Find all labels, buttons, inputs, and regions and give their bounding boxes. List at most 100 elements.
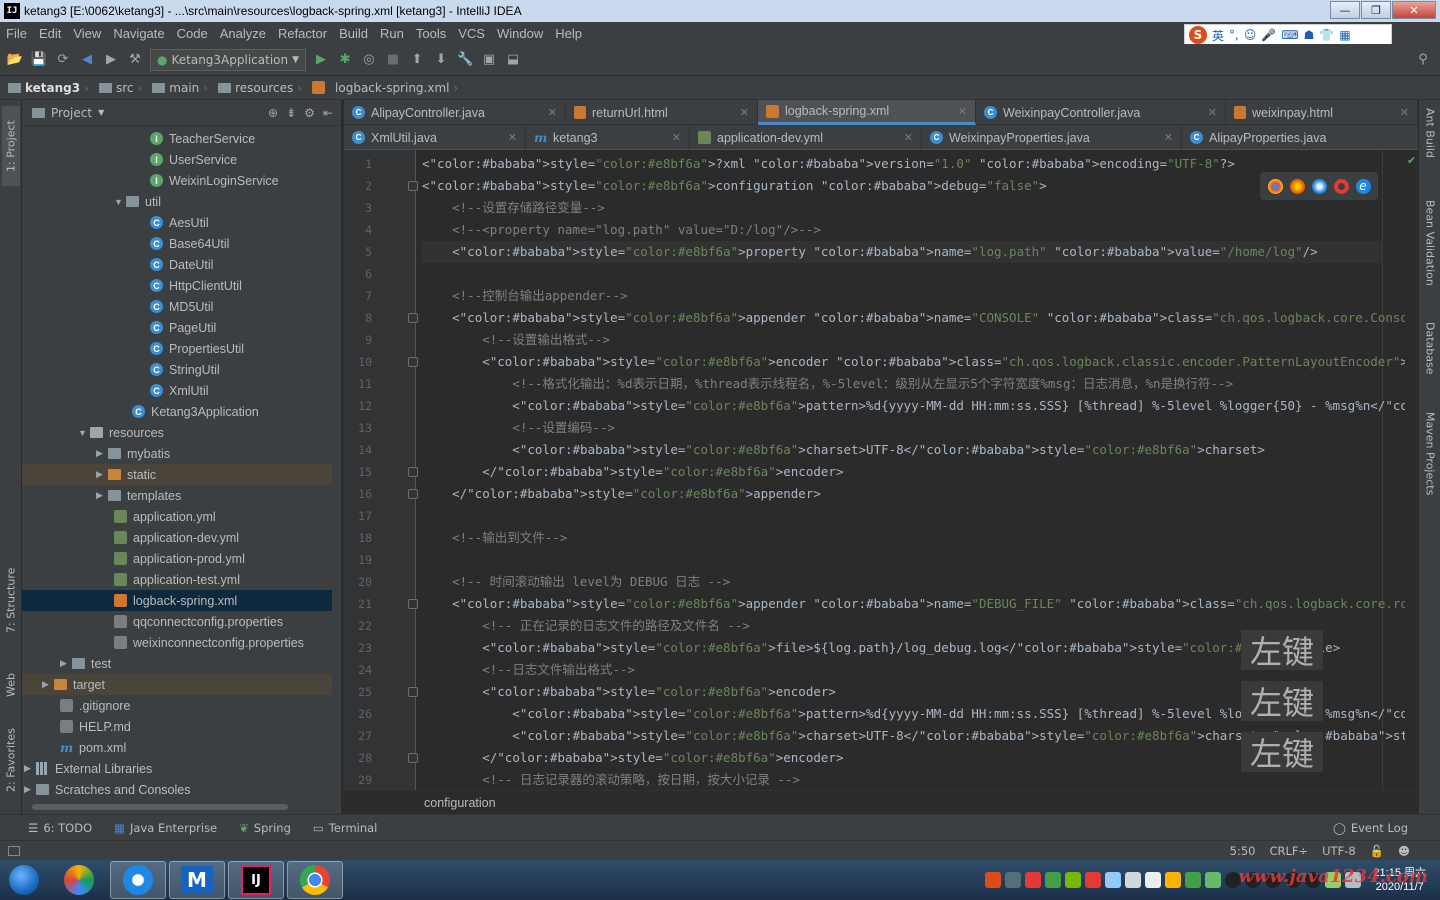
- calendar-tray-icon[interactable]: [1025, 872, 1042, 888]
- tree-item[interactable]: I TeacherService: [22, 128, 332, 149]
- lock-icon[interactable]: 🔓: [1370, 844, 1384, 858]
- debug-icon[interactable]: ✱: [336, 51, 354, 69]
- sync-icon[interactable]: ⟳: [54, 51, 72, 69]
- code-line[interactable]: <!--<property name="log.path" value="D:/…: [422, 219, 821, 241]
- usb-icon[interactable]: [1125, 872, 1142, 888]
- code-line[interactable]: <!--设置编码-->: [422, 417, 615, 439]
- breadcrumb-project[interactable]: ketang3 ›: [8, 81, 89, 95]
- fold-marker-icon[interactable]: [408, 181, 418, 191]
- tree-item[interactable]: weixinconnectconfig.properties: [22, 632, 332, 653]
- forward-arrow-icon[interactable]: ▶: [102, 51, 120, 69]
- chevron-right-icon[interactable]: ▶: [24, 784, 36, 795]
- tree-item[interactable]: ▶ target: [22, 674, 332, 695]
- tree-item[interactable]: C PropertiesUtil: [22, 338, 332, 359]
- tray-expand-icon[interactable]: [1005, 872, 1022, 888]
- tool-window-spring[interactable]: ❦ Spring: [239, 821, 291, 835]
- tool-window-structure[interactable]: 7: Structure: [2, 560, 20, 640]
- run-icon[interactable]: ▶: [312, 51, 330, 69]
- tree-item[interactable]: C XmlUtil: [22, 380, 332, 401]
- tab-returnurl[interactable]: returnUrl.html ✕: [566, 100, 758, 125]
- tree-item[interactable]: HELP.md: [22, 716, 332, 737]
- chevron-right-icon[interactable]: ▶: [42, 679, 54, 690]
- breadcrumb-src[interactable]: src ›: [98, 81, 142, 95]
- tool-window-ant-build[interactable]: Ant Build: [1421, 108, 1439, 188]
- tab-weixinpay-html[interactable]: weixinpay.html ✕: [1226, 100, 1418, 125]
- tree-item[interactable]: I UserService: [22, 149, 332, 170]
- tab-weixinpayproperties[interactable]: C WeixinpayProperties.java ✕: [922, 125, 1182, 150]
- shield-icon[interactable]: [1045, 872, 1062, 888]
- tree-item[interactable]: application.yml: [22, 506, 332, 527]
- run-configuration-select[interactable]: ● Ketang3Application ▼: [150, 48, 307, 71]
- gear-icon[interactable]: ⚙: [304, 106, 315, 120]
- close-icon[interactable]: ✕: [548, 106, 557, 119]
- build-hammer-icon[interactable]: ⚒: [126, 51, 144, 69]
- tree-item[interactable]: C Base64Util: [22, 233, 332, 254]
- horizontal-scrollbar[interactable]: [32, 804, 288, 810]
- vcs-commit-icon[interactable]: ⬇: [432, 51, 450, 69]
- menu-refactor[interactable]: Refactor: [278, 26, 327, 41]
- user-icon[interactable]: ☗: [1304, 28, 1315, 42]
- code-line[interactable]: <"color:#bababa">style="color:#e8bf6a">c…: [422, 439, 1265, 461]
- tool-window-favorites[interactable]: 2: Favorites: [2, 720, 20, 800]
- close-icon[interactable]: ✕: [672, 131, 681, 144]
- chevron-down-icon[interactable]: ▼: [114, 197, 126, 207]
- tab-application-dev[interactable]: application-dev.yml ✕: [690, 125, 922, 150]
- tab-logback-spring[interactable]: logback-spring.xml ✕: [758, 100, 976, 125]
- ime-language-toggle[interactable]: 英: [1212, 27, 1224, 44]
- close-icon[interactable]: ✕: [958, 105, 967, 118]
- tree-item[interactable]: ▶ templates: [22, 485, 332, 506]
- tree-item[interactable]: C DateUtil: [22, 254, 332, 275]
- punctuation-icon[interactable]: °,: [1229, 28, 1239, 42]
- taskbar-pinwheel-app[interactable]: [51, 861, 107, 899]
- menu-analyze[interactable]: Analyze: [220, 26, 266, 41]
- nvidia-icon[interactable]: [1065, 872, 1082, 888]
- emoji-icon[interactable]: ☺: [1244, 28, 1257, 42]
- opera-icon[interactable]: [1333, 178, 1349, 194]
- tool-window-terminal[interactable]: ▭ Terminal: [313, 821, 377, 835]
- tree-item[interactable]: ▶ static: [22, 464, 332, 485]
- chevron-down-icon[interactable]: ▼: [78, 428, 90, 438]
- taskbar-intellij-app[interactable]: IJ: [228, 861, 284, 899]
- tree-item[interactable]: ▼ resources: [22, 422, 332, 443]
- code-line[interactable]: <!-- 时间滚动输出 level为 DEBUG 日志 -->: [422, 571, 730, 593]
- menu-view[interactable]: View: [73, 26, 101, 41]
- skin-icon[interactable]: 👕: [1319, 28, 1334, 42]
- wechat-icon[interactable]: [1185, 872, 1202, 888]
- close-icon[interactable]: ✕: [904, 131, 913, 144]
- vcs-update-icon[interactable]: ⬆: [408, 51, 426, 69]
- safari-icon[interactable]: [1311, 178, 1327, 194]
- collapse-all-icon[interactable]: ⇟: [286, 106, 296, 120]
- menu-window[interactable]: Window: [497, 26, 543, 41]
- fold-marker-icon[interactable]: [408, 313, 418, 323]
- menu-navigate[interactable]: Navigate: [113, 26, 164, 41]
- tool-window-java-enterprise[interactable]: ▦ Java Enterprise: [114, 821, 217, 835]
- tool-window-database[interactable]: Database: [1421, 322, 1439, 402]
- tree-item[interactable]: m pom.xml: [22, 737, 332, 758]
- chevron-right-icon[interactable]: ▶: [24, 763, 36, 774]
- settings-wrench-icon[interactable]: 🔧: [456, 51, 474, 69]
- close-icon[interactable]: ✕: [1400, 106, 1409, 119]
- fold-marker-icon[interactable]: [408, 599, 418, 609]
- code-line[interactable]: <!--格式化输出：%d表示日期，%thread表示线程名，%-5level：级…: [422, 373, 1233, 395]
- maximize-button[interactable]: ❐: [1361, 1, 1391, 19]
- status-toggle-icon[interactable]: [8, 845, 20, 856]
- code-line[interactable]: <"color:#bababa">style="color:#e8bf6a">c…: [422, 175, 1047, 197]
- qq-browser-icon[interactable]: [1165, 872, 1182, 888]
- code-line[interactable]: <"color:#bababa">style="color:#e8bf6a">?…: [422, 153, 1235, 175]
- keyboard-icon[interactable]: ⌨: [1281, 28, 1298, 42]
- project-view-select[interactable]: Project: [51, 106, 92, 120]
- xml-path-breadcrumb[interactable]: configuration: [344, 790, 1418, 814]
- tree-item[interactable]: application-prod.yml: [22, 548, 332, 569]
- sogou-tray-icon[interactable]: [985, 872, 1002, 888]
- menu-code[interactable]: Code: [177, 26, 208, 41]
- project-structure-icon[interactable]: ▣: [480, 51, 498, 69]
- tool-window-todo[interactable]: ☰ 6: TODO: [28, 821, 92, 835]
- tree-item[interactable]: qqconnectconfig.properties: [22, 611, 332, 632]
- firefox-icon[interactable]: [1289, 178, 1305, 194]
- settings-tray-icon[interactable]: [1145, 872, 1162, 888]
- chevron-right-icon[interactable]: ▶: [96, 469, 108, 480]
- tree-item[interactable]: ▶ External Libraries: [22, 758, 332, 779]
- code-line[interactable]: <"color:#bababa">style="color:#e8bf6a">e…: [422, 351, 1408, 373]
- menu-tools[interactable]: Tools: [416, 26, 446, 41]
- back-arrow-icon[interactable]: ◀: [78, 51, 96, 69]
